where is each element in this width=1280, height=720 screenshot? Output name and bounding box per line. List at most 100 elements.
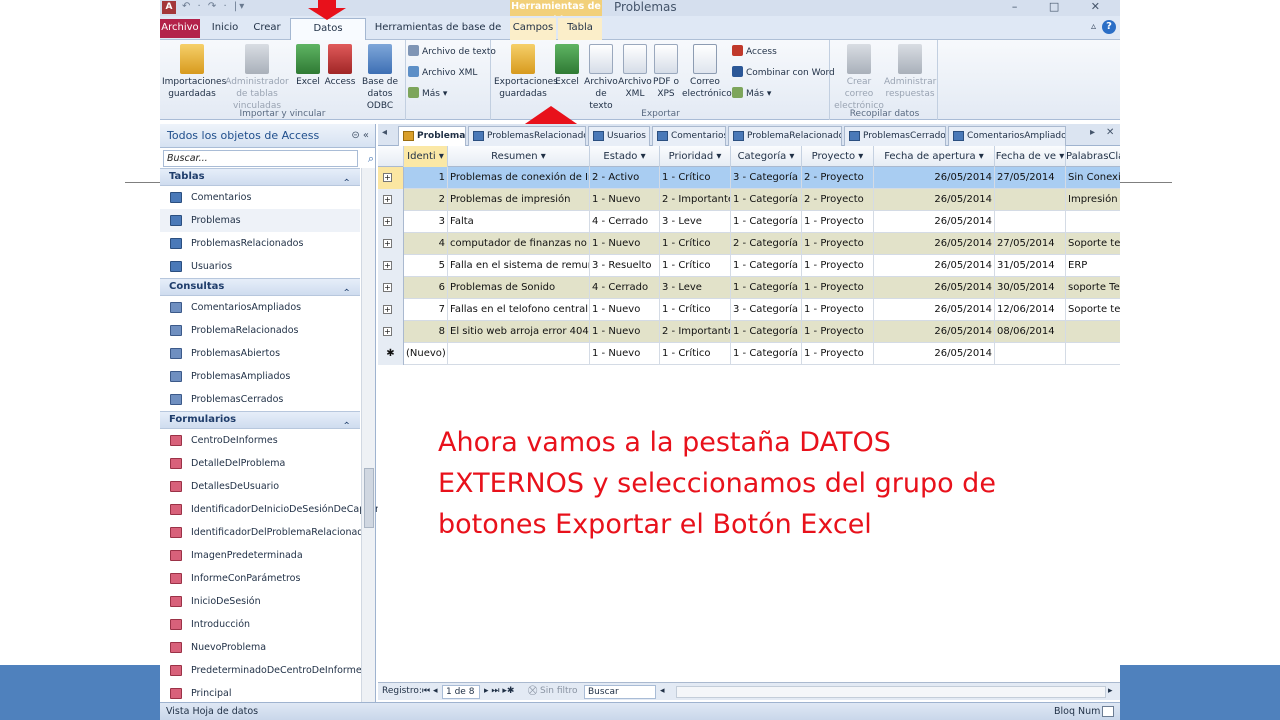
table-cell[interactable]: ERP bbox=[1066, 255, 1120, 277]
table-row[interactable]: +7 Fallas en el telofono central 1 - Nuevo… bbox=[378, 299, 1120, 321]
table-cell[interactable]: 3 bbox=[404, 211, 448, 233]
table-row[interactable]: +6 Problemas de Sonido 4 - Cerrado 3 - Leve… bbox=[378, 277, 1120, 299]
table-cell[interactable]: 1 - Proyecto bbox=[802, 343, 874, 365]
datasheet-view-icon[interactable] bbox=[1102, 706, 1114, 717]
table-cell[interactable]: 1 - Proyecto bbox=[802, 233, 874, 255]
table-cell[interactable]: 1 - Nuevo bbox=[590, 299, 660, 321]
column-header[interactable]: Estado ▾ bbox=[590, 146, 660, 167]
import-excel-button[interactable]: Excel bbox=[294, 44, 322, 88]
record-position-input[interactable]: 1 de 8 bbox=[442, 685, 480, 699]
table-cell[interactable] bbox=[995, 189, 1066, 211]
close-icon[interactable]: ✕ bbox=[1106, 127, 1114, 138]
table-cell[interactable]: 6 bbox=[404, 277, 448, 299]
table-cell[interactable] bbox=[995, 343, 1066, 365]
table-cell[interactable]: 26/05/2014 bbox=[874, 255, 995, 277]
table-cell[interactable]: 2 - Proyecto bbox=[802, 167, 874, 189]
nav-item[interactable]: ProblemaRelacionados bbox=[160, 319, 360, 342]
tab-herramientas-base-datos[interactable]: Herramientas de base de datos bbox=[370, 18, 506, 53]
table-row[interactable]: +5 Falla en el sistema de remune 3 - Resue… bbox=[378, 255, 1120, 277]
minimize-ribbon-icon[interactable]: ▵ bbox=[1091, 21, 1096, 32]
table-cell[interactable]: 1 bbox=[404, 167, 448, 189]
table-cell[interactable]: 1 - Crítico bbox=[660, 167, 731, 189]
table-cell[interactable]: El sitio web arroja error 404 bbox=[448, 321, 590, 343]
column-header[interactable]: Prioridad ▾ bbox=[660, 146, 731, 167]
table-cell[interactable]: 26/05/2014 bbox=[874, 211, 995, 233]
export-text-file-button[interactable]: Archivo de texto bbox=[584, 44, 618, 112]
tab-crear[interactable]: Crear bbox=[248, 18, 286, 40]
table-row[interactable]: +8 El sitio web arroja error 404 1 - Nuevo… bbox=[378, 321, 1120, 343]
select-all-corner[interactable] bbox=[378, 146, 404, 167]
collapse-icon[interactable]: ‸ bbox=[343, 279, 350, 295]
horizontal-scrollbar[interactable] bbox=[676, 686, 1106, 698]
hscroll-left-icon[interactable]: ◂ bbox=[660, 683, 665, 700]
record-next-last-new-icon[interactable]: ▸ ⏭ ▸✱ bbox=[484, 683, 514, 700]
expand-subdatasheet-icon[interactable]: + bbox=[383, 261, 392, 270]
create-email-button[interactable]: Crear correo electrónico bbox=[834, 44, 884, 112]
table-cell[interactable]: 1 - Proyecto bbox=[802, 255, 874, 277]
nav-item[interactable]: PredeterminadoDeCentroDeInformes bbox=[160, 659, 367, 682]
table-cell[interactable]: Impresión bbox=[1066, 189, 1120, 211]
table-cell[interactable]: 26/05/2014 bbox=[874, 321, 995, 343]
table-cell[interactable]: 31/05/2014 bbox=[995, 255, 1066, 277]
table-cell[interactable]: 2 - Importante bbox=[660, 189, 731, 211]
table-row[interactable]: +4 computador de finanzas no en 1 - Nuevo 1… bbox=[378, 233, 1120, 255]
expand-subdatasheet-icon[interactable]: + bbox=[383, 217, 392, 226]
import-xml-button[interactable]: Archivo XML bbox=[408, 66, 477, 78]
column-header[interactable]: Fecha de ve ▾ bbox=[995, 146, 1066, 167]
expand-subdatasheet-icon[interactable]: + bbox=[383, 327, 392, 336]
table-cell[interactable]: 2 - Importante bbox=[660, 321, 731, 343]
tab-archivo[interactable]: Archivo bbox=[160, 19, 200, 38]
table-cell[interactable]: 1 - Nuevo bbox=[590, 343, 660, 365]
table-cell[interactable]: 7 bbox=[404, 299, 448, 321]
nav-scroll-thumb[interactable] bbox=[364, 468, 374, 528]
collapse-icon[interactable]: ‸ bbox=[343, 169, 350, 185]
table-cell[interactable]: 1 - Categoría bbox=[731, 277, 802, 299]
tab-inicio[interactable]: Inicio bbox=[206, 18, 244, 40]
doc-tab-problemas[interactable]: Problemas bbox=[398, 126, 466, 146]
nav-pane-controls-icon[interactable]: ⊝ « bbox=[351, 124, 369, 148]
table-cell[interactable]: 26/05/2014 bbox=[874, 299, 995, 321]
table-cell[interactable]: 1 - Nuevo bbox=[590, 233, 660, 255]
table-cell[interactable]: Soporte tec bbox=[1066, 299, 1120, 321]
column-header[interactable]: Proyecto ▾ bbox=[802, 146, 874, 167]
expand-subdatasheet-icon[interactable]: + bbox=[383, 283, 392, 292]
nav-item[interactable]: ProblemasRelacionados bbox=[160, 232, 360, 255]
saved-exports-button[interactable]: Exportaciones guardadas bbox=[494, 44, 558, 100]
doc-tab-usuarios[interactable]: Usuarios bbox=[588, 126, 650, 146]
search-icon[interactable]: ⌕ bbox=[368, 151, 374, 166]
table-cell[interactable]: 1 - Crítico bbox=[660, 255, 731, 277]
nav-search-input[interactable]: Buscar... ⌕ bbox=[163, 150, 374, 167]
table-cell[interactable]: 2 - Activo bbox=[590, 167, 660, 189]
nav-item[interactable]: ProblemasCerrados bbox=[160, 388, 360, 411]
hscroll-right-icon[interactable]: ▸ bbox=[1108, 683, 1113, 700]
nav-item[interactable]: Problemas bbox=[160, 209, 360, 232]
filter-status[interactable]: ⛒ Sin filtro bbox=[528, 683, 578, 700]
expand-subdatasheet-icon[interactable]: + bbox=[383, 305, 392, 314]
table-cell[interactable]: 2 bbox=[404, 189, 448, 211]
table-cell[interactable]: 12/06/2014 bbox=[995, 299, 1066, 321]
table-cell[interactable]: 8 bbox=[404, 321, 448, 343]
table-cell[interactable]: 27/05/2014 bbox=[995, 167, 1066, 189]
record-selector[interactable]: + bbox=[378, 321, 404, 343]
access-logo-icon[interactable]: A bbox=[162, 1, 176, 14]
table-cell[interactable]: 1 - Categoría bbox=[731, 321, 802, 343]
export-pdf-button[interactable]: PDF o XPS bbox=[652, 44, 680, 100]
nav-item[interactable]: DetalleDelProblema bbox=[160, 452, 360, 475]
nav-item[interactable]: Introducción bbox=[160, 613, 360, 636]
nav-item[interactable]: ProblemasAbiertos bbox=[160, 342, 360, 365]
nav-section-form[interactable]: Formularios ‸ bbox=[160, 411, 360, 429]
record-selector[interactable]: ✱ bbox=[378, 343, 404, 365]
saved-imports-button[interactable]: Importaciones guardadas bbox=[162, 44, 226, 100]
record-selector[interactable]: + bbox=[378, 299, 404, 321]
table-cell[interactable]: 1 - Categoría bbox=[731, 255, 802, 277]
table-cell[interactable]: Falta bbox=[448, 211, 590, 233]
table-cell[interactable]: 3 - Categoría bbox=[731, 299, 802, 321]
new-record-row[interactable]: ✱ (Nuevo) 1 - Nuevo 1 - Crítico 1 - Categorí… bbox=[378, 343, 1120, 365]
nav-scrollbar[interactable] bbox=[361, 168, 375, 704]
table-cell[interactable]: 1 - Crítico bbox=[660, 343, 731, 365]
table-cell[interactable]: 1 - Categoría bbox=[731, 189, 802, 211]
table-cell[interactable] bbox=[1066, 343, 1120, 365]
table-cell[interactable]: 26/05/2014 bbox=[874, 343, 995, 365]
table-cell[interactable]: 27/05/2014 bbox=[995, 233, 1066, 255]
table-cell[interactable]: 1 - Nuevo bbox=[590, 189, 660, 211]
